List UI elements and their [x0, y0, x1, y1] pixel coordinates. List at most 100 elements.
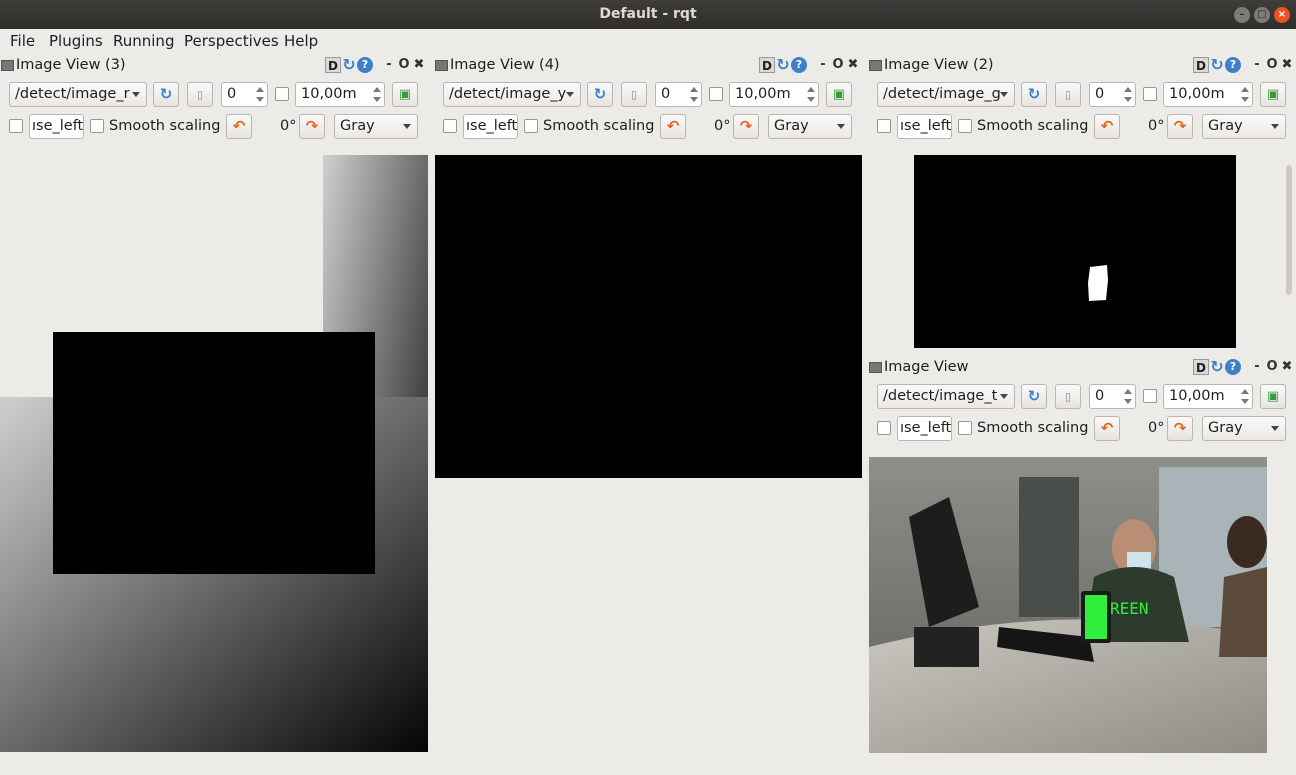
- dock-icon[interactable]: [869, 60, 882, 71]
- mouse-left-field[interactable]: ıse_left: [463, 114, 518, 139]
- mouse-left-field[interactable]: ıse_left: [897, 416, 952, 441]
- smooth-scaling-checkbox[interactable]: [90, 119, 104, 133]
- smooth-scaling-checkbox[interactable]: [524, 119, 538, 133]
- image-view-2-canvas[interactable]: [914, 155, 1236, 348]
- close-panel-icon[interactable]: ✖: [1279, 359, 1295, 375]
- minimize-panel-icon[interactable]: -: [381, 57, 397, 73]
- help-icon[interactable]: ?: [357, 57, 373, 73]
- duration-spinbox[interactable]: 10,00m: [729, 82, 819, 107]
- rotate-left-button[interactable]: ↶: [226, 114, 252, 139]
- color-mode-select[interactable]: Gray: [768, 114, 852, 139]
- topic-select[interactable]: /detect/image_t: [877, 384, 1015, 409]
- color-mode-select[interactable]: Gray: [1202, 114, 1286, 139]
- menu-perspectives[interactable]: Perspectives: [184, 32, 279, 50]
- topic-select[interactable]: /detect/image_r: [9, 82, 147, 107]
- reload-icon[interactable]: ↻: [341, 57, 357, 73]
- close-panel-icon[interactable]: ✖: [845, 57, 861, 73]
- refresh-topics-button[interactable]: ↻: [1021, 384, 1047, 409]
- mouse-left-checkbox[interactable]: [877, 119, 891, 133]
- dock-icon[interactable]: [1, 60, 14, 71]
- help-icon[interactable]: ?: [791, 57, 807, 73]
- mouse-left-checkbox[interactable]: [9, 119, 23, 133]
- topic-select[interactable]: /detect/image_y: [443, 82, 581, 107]
- color-mode-select[interactable]: Gray: [1202, 416, 1286, 441]
- spin-down-icon[interactable]: [1124, 97, 1132, 102]
- float-panel-icon[interactable]: O: [396, 57, 412, 73]
- image-view-4-canvas[interactable]: [435, 155, 862, 478]
- float-panel-icon[interactable]: O: [1264, 57, 1280, 73]
- refresh-topics-button[interactable]: ↻: [1021, 82, 1047, 107]
- pause-button[interactable]: ▯: [1055, 82, 1081, 107]
- spin-down-icon[interactable]: [690, 97, 698, 102]
- reload-icon[interactable]: ↻: [1209, 359, 1225, 375]
- minimize-panel-icon[interactable]: -: [1249, 57, 1265, 73]
- minimize-panel-icon[interactable]: -: [815, 57, 831, 73]
- spin-up-icon[interactable]: [807, 87, 815, 92]
- help-icon[interactable]: ?: [1225, 359, 1241, 375]
- minimize-panel-icon[interactable]: -: [1249, 359, 1265, 375]
- scrollbar-thumb[interactable]: [1286, 165, 1292, 295]
- maximize-icon[interactable]: □: [1254, 7, 1270, 23]
- pause-button[interactable]: ▯: [1055, 384, 1081, 409]
- menu-file[interactable]: File: [10, 32, 35, 50]
- spin-up-icon[interactable]: [373, 87, 381, 92]
- save-image-icon[interactable]: ▣: [1260, 82, 1286, 107]
- frame-spinbox[interactable]: 0: [1089, 82, 1136, 107]
- mouse-left-checkbox[interactable]: [443, 119, 457, 133]
- duration-spinbox[interactable]: 10,00m: [295, 82, 385, 107]
- spin-down-icon[interactable]: [1241, 399, 1249, 404]
- d-icon[interactable]: D: [759, 57, 775, 73]
- refresh-topics-button[interactable]: ↻: [587, 82, 613, 107]
- duration-checkbox[interactable]: [1143, 87, 1157, 101]
- spin-down-icon[interactable]: [807, 97, 815, 102]
- dock-icon[interactable]: [869, 362, 882, 373]
- menu-help[interactable]: Help: [284, 32, 318, 50]
- save-image-icon[interactable]: ▣: [1260, 384, 1286, 409]
- duration-checkbox[interactable]: [275, 87, 289, 101]
- spin-up-icon[interactable]: [1241, 87, 1249, 92]
- smooth-scaling-checkbox[interactable]: [958, 421, 972, 435]
- close-panel-icon[interactable]: ✖: [1279, 57, 1295, 73]
- spin-down-icon[interactable]: [373, 97, 381, 102]
- image-view-3-canvas[interactable]: [0, 155, 428, 752]
- topic-select[interactable]: /detect/image_g: [877, 82, 1015, 107]
- d-icon[interactable]: D: [325, 57, 341, 73]
- camera-image-canvas[interactable]: REEN: [869, 457, 1267, 753]
- pause-button[interactable]: ▯: [621, 82, 647, 107]
- frame-spinbox[interactable]: 0: [221, 82, 268, 107]
- spin-up-icon[interactable]: [690, 87, 698, 92]
- duration-spinbox[interactable]: 10,00m: [1163, 82, 1253, 107]
- rotate-left-button[interactable]: ↶: [1094, 416, 1120, 441]
- help-icon[interactable]: ?: [1225, 57, 1241, 73]
- save-image-icon[interactable]: ▣: [826, 82, 852, 107]
- duration-checkbox[interactable]: [709, 87, 723, 101]
- spin-down-icon[interactable]: [256, 97, 264, 102]
- d-icon[interactable]: D: [1193, 359, 1209, 375]
- reload-icon[interactable]: ↻: [775, 57, 791, 73]
- frame-spinbox[interactable]: 0: [1089, 384, 1136, 409]
- refresh-topics-button[interactable]: ↻: [153, 82, 179, 107]
- mouse-left-field[interactable]: ıse_left: [29, 114, 84, 139]
- spin-up-icon[interactable]: [1124, 389, 1132, 394]
- spin-up-icon[interactable]: [1241, 389, 1249, 394]
- menu-running[interactable]: Running: [113, 32, 174, 50]
- rotate-right-button[interactable]: ↷: [1167, 416, 1193, 441]
- float-panel-icon[interactable]: O: [1264, 359, 1280, 375]
- mouse-left-checkbox[interactable]: [877, 421, 891, 435]
- spin-down-icon[interactable]: [1124, 399, 1132, 404]
- rotate-left-button[interactable]: ↶: [1094, 114, 1120, 139]
- mouse-left-field[interactable]: ıse_left: [897, 114, 952, 139]
- close-panel-icon[interactable]: ✖: [411, 57, 427, 73]
- duration-spinbox[interactable]: 10,00m: [1163, 384, 1253, 409]
- spin-down-icon[interactable]: [1241, 97, 1249, 102]
- dock-icon[interactable]: [435, 60, 448, 71]
- spin-up-icon[interactable]: [1124, 87, 1132, 92]
- color-mode-select[interactable]: Gray: [334, 114, 418, 139]
- menu-plugins[interactable]: Plugins: [49, 32, 103, 50]
- rotate-right-button[interactable]: ↷: [1167, 114, 1193, 139]
- float-panel-icon[interactable]: O: [830, 57, 846, 73]
- minimize-icon[interactable]: –: [1234, 7, 1250, 23]
- reload-icon[interactable]: ↻: [1209, 57, 1225, 73]
- frame-spinbox[interactable]: 0: [655, 82, 702, 107]
- d-icon[interactable]: D: [1193, 57, 1209, 73]
